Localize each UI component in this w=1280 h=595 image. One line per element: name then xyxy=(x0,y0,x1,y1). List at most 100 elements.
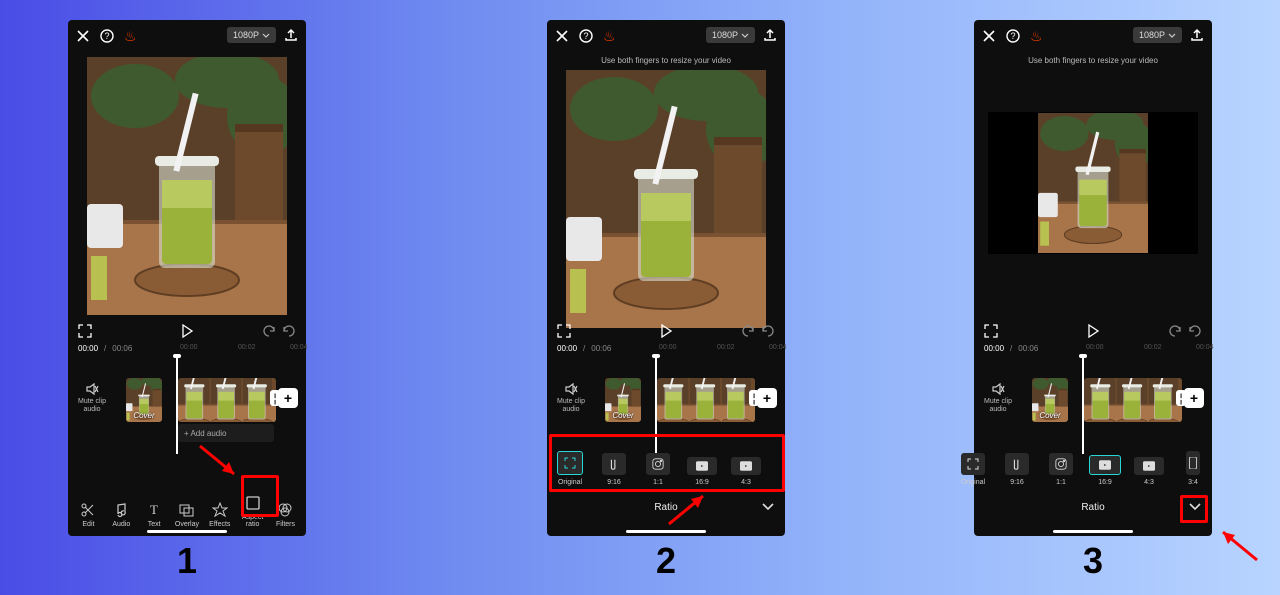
ratio-16-9[interactable]: 16:9 xyxy=(683,438,721,486)
ratio-original[interactable]: Original xyxy=(954,438,992,486)
mute-clip-button[interactable]: Mute clip audio xyxy=(78,382,106,415)
ratio-footer: Ratio xyxy=(547,496,785,518)
tool-overlay[interactable]: Overlay xyxy=(172,502,202,528)
home-indicator xyxy=(147,530,227,533)
bottom-toolbar: Edit Audio Text Overlay Effects Aspect r… xyxy=(72,495,302,528)
flame-icon[interactable]: ♨ xyxy=(1030,29,1043,43)
play-icon[interactable] xyxy=(1086,324,1100,338)
add-audio-button[interactable]: + Add audio xyxy=(178,424,274,442)
arrow-annotation xyxy=(200,446,244,484)
ratio-3-4[interactable]: 3:4 xyxy=(771,438,781,486)
ratio-4-3[interactable]: 4:3 xyxy=(727,438,765,486)
mute-clip-button[interactable]: Mute clipaudio xyxy=(557,382,585,415)
close-icon[interactable] xyxy=(982,29,996,43)
cover-thumb[interactable]: Cover xyxy=(605,378,641,422)
home-indicator xyxy=(1053,530,1133,533)
home-indicator xyxy=(626,530,706,533)
fullscreen-icon[interactable] xyxy=(984,324,998,338)
help-icon[interactable] xyxy=(100,29,114,43)
cover-thumb[interactable]: Cover xyxy=(1032,378,1068,422)
cover-thumb[interactable]: Cover xyxy=(126,378,162,422)
undo-icon[interactable] xyxy=(1168,324,1182,338)
help-icon[interactable] xyxy=(1006,29,1020,43)
fullscreen-icon[interactable] xyxy=(557,324,571,338)
video-preview[interactable] xyxy=(566,70,766,328)
phone-icon xyxy=(1186,451,1200,475)
export-icon[interactable] xyxy=(763,28,777,42)
instagram-icon xyxy=(1049,453,1073,475)
ruler-tick: 00:02 xyxy=(717,344,735,351)
ratio-16-9[interactable]: 16:9 xyxy=(1086,438,1124,486)
youtube-icon xyxy=(687,457,717,475)
step-number: 1 xyxy=(68,540,306,582)
close-icon[interactable] xyxy=(555,29,569,43)
tool-effects[interactable]: Effects xyxy=(205,502,235,528)
undo-icon[interactable] xyxy=(741,324,755,338)
ruler-tick: 00:04 xyxy=(290,344,308,351)
clip-strip[interactable] xyxy=(1084,378,1182,422)
add-clip-button[interactable]: + xyxy=(278,388,298,408)
help-icon[interactable] xyxy=(579,29,593,43)
resolution-button[interactable]: 1080P xyxy=(706,27,755,43)
filters-icon xyxy=(277,502,293,518)
clip-strip[interactable] xyxy=(178,378,276,422)
ratio-original[interactable]: Original xyxy=(551,438,589,486)
ratio-4-3[interactable]: 4:3 xyxy=(1130,438,1168,486)
effects-icon xyxy=(212,502,228,518)
video-preview[interactable] xyxy=(87,57,287,315)
play-icon[interactable] xyxy=(659,324,673,338)
export-icon[interactable] xyxy=(284,28,298,42)
timeline-track[interactable]: Mute clipaudio Cover ¦ + xyxy=(547,376,785,434)
tool-edit[interactable]: Edit xyxy=(73,502,103,528)
close-icon[interactable] xyxy=(76,29,90,43)
ratio-3-4[interactable]: 3:4 xyxy=(1174,438,1208,486)
youtube-icon xyxy=(1134,457,1164,475)
resolution-button[interactable]: 1080P xyxy=(1133,27,1182,43)
tool-audio[interactable]: Audio xyxy=(106,502,136,528)
ratio-1-1[interactable]: 1:1 xyxy=(639,438,677,486)
overlay-icon xyxy=(179,502,195,518)
tool-filters[interactable]: Filters xyxy=(270,502,300,528)
redo-icon[interactable] xyxy=(282,324,296,338)
add-clip-button[interactable]: + xyxy=(757,388,777,408)
tool-aspect-ratio[interactable]: Aspect ratio xyxy=(238,495,268,528)
topbar: ♨ 1080P xyxy=(547,20,785,54)
screenshot-step-3: ♨ 1080P Use both fingers to resize your … xyxy=(974,20,1212,536)
add-clip-button[interactable]: + xyxy=(1184,388,1204,408)
confirm-check-icon[interactable] xyxy=(1188,500,1202,514)
ratio-1-1[interactable]: 1:1 xyxy=(1042,438,1080,486)
play-icon[interactable] xyxy=(180,324,194,338)
clip-strip[interactable] xyxy=(657,378,755,422)
confirm-check-icon[interactable] xyxy=(761,500,775,514)
mute-icon xyxy=(564,382,578,396)
expand-icon xyxy=(961,453,985,475)
timeline-track[interactable]: Mute clipaudio Cover ¦ + xyxy=(974,376,1212,434)
total-time: 00:06 xyxy=(112,344,132,353)
ratio-title: Ratio xyxy=(654,502,677,513)
flame-icon[interactable]: ♨ xyxy=(124,29,137,43)
ruler-tick: 00:04 xyxy=(1196,344,1214,351)
export-icon[interactable] xyxy=(1190,28,1204,42)
tool-text[interactable]: Text xyxy=(139,502,169,528)
cover-label: Cover xyxy=(605,411,641,420)
ruler-tick: 00:00 xyxy=(659,344,677,351)
undo-icon[interactable] xyxy=(262,324,276,338)
text-icon xyxy=(146,502,162,518)
player-controls xyxy=(547,320,785,342)
flame-icon[interactable]: ♨ xyxy=(603,29,616,43)
ratio-footer: Ratio xyxy=(974,496,1212,518)
redo-icon[interactable] xyxy=(1188,324,1202,338)
tiktok-icon xyxy=(1005,453,1029,475)
ratio-title: Ratio xyxy=(1081,502,1104,513)
arrow-annotation xyxy=(1213,524,1257,565)
mute-icon xyxy=(991,382,1005,396)
ratio-9-16[interactable]: 9:16 xyxy=(595,438,633,486)
resolution-button[interactable]: 1080P xyxy=(227,27,276,43)
ratio-9-16[interactable]: 9:16 xyxy=(998,438,1036,486)
player-controls xyxy=(68,320,306,342)
redo-icon[interactable] xyxy=(761,324,775,338)
mute-clip-button[interactable]: Mute clipaudio xyxy=(984,382,1012,415)
fullscreen-icon[interactable] xyxy=(78,324,92,338)
video-preview-letterbox[interactable] xyxy=(988,112,1198,254)
resolution-label: 1080P xyxy=(233,30,259,40)
